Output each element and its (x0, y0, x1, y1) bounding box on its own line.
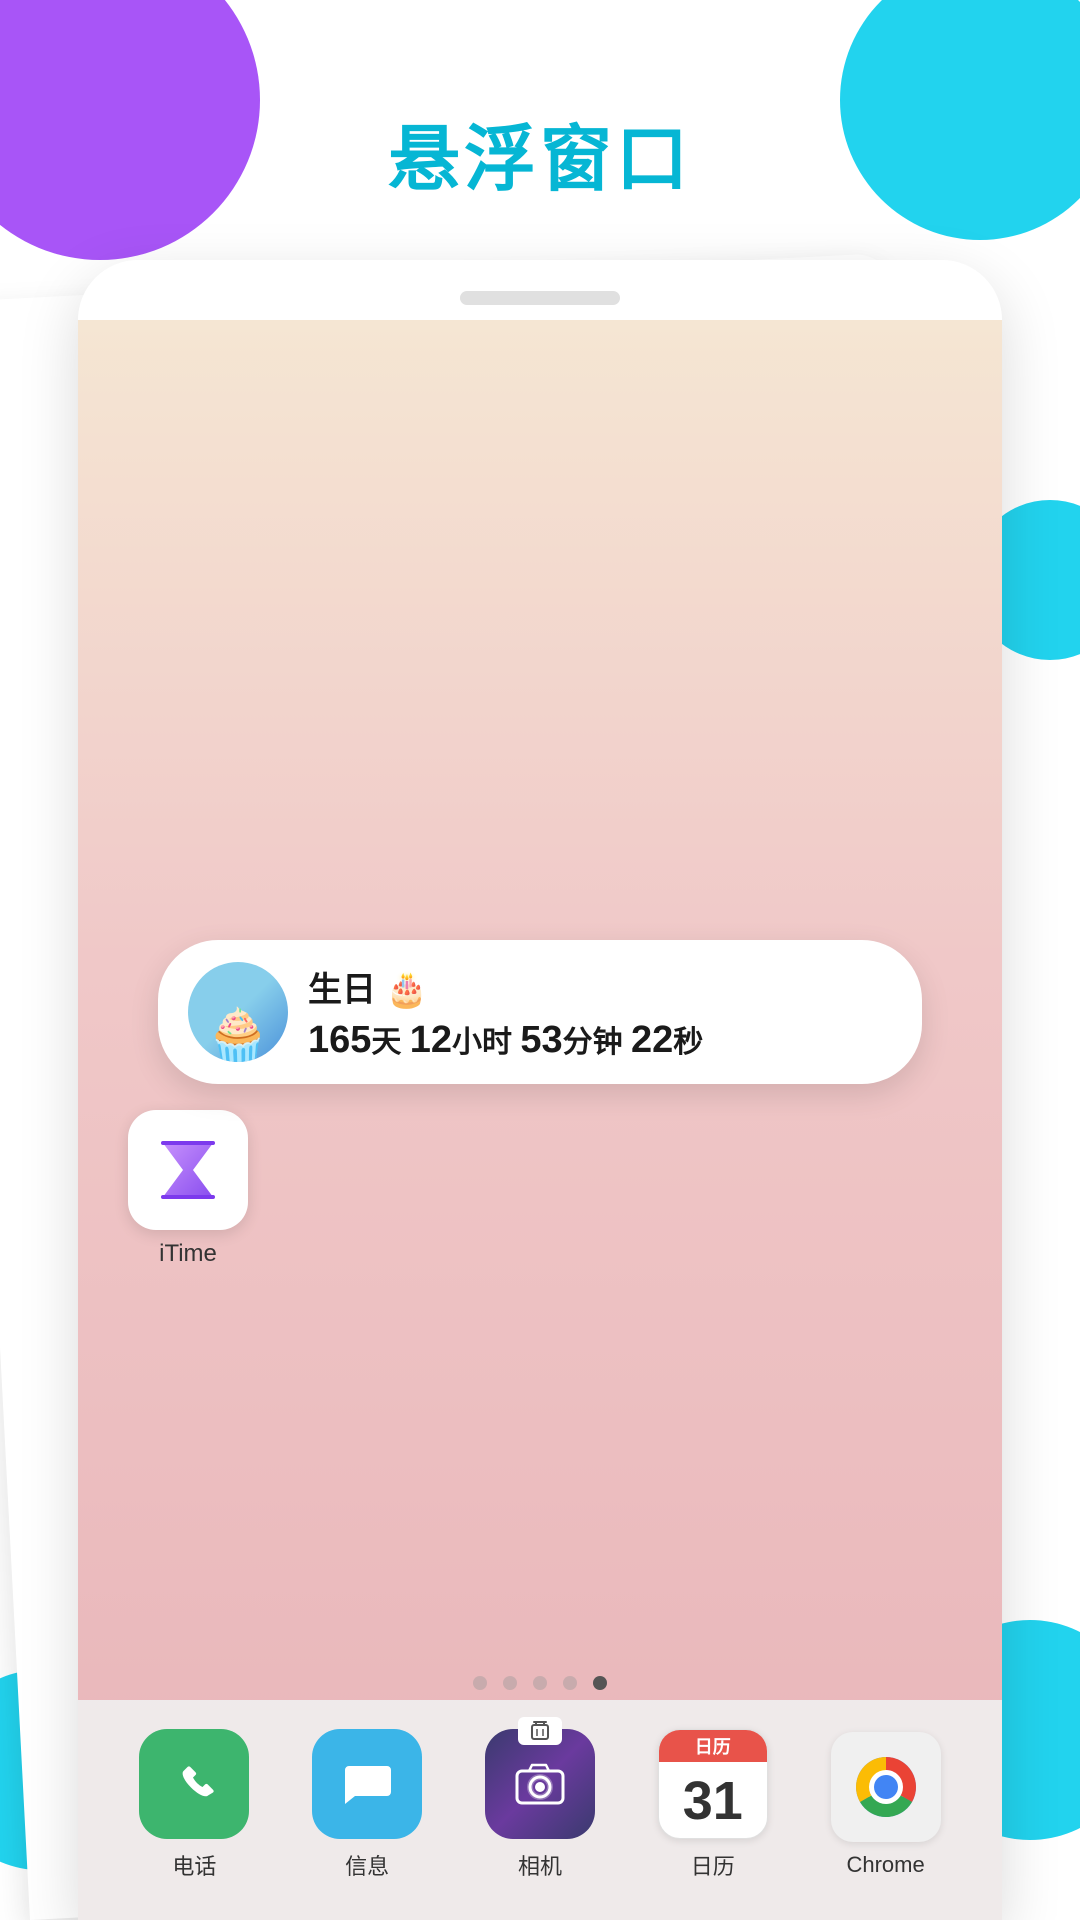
calendar-month: 日历 (695, 1733, 731, 1759)
seconds-number: 22 (631, 1019, 673, 1061)
days-number: 165 (308, 1019, 371, 1061)
trash-icon (528, 1719, 552, 1743)
widget-avatar: 🧁 (188, 962, 288, 1062)
messages-svg (337, 1754, 397, 1814)
messages-icon (312, 1729, 422, 1839)
calendar-day: 31 (683, 1770, 743, 1832)
dock-item-calendar[interactable]: 日历 31 日历 (658, 1729, 768, 1881)
dock-item-phone[interactable]: 电话 (139, 1729, 249, 1881)
widget-countdown: 165天 12小时 53分钟 22秒 (308, 1017, 892, 1062)
page-dots (78, 1676, 1002, 1690)
dock-bar: 电话 信息 (78, 1700, 1002, 1920)
hourglass-icon (153, 1135, 223, 1205)
camera-delete-badge (518, 1717, 562, 1745)
phone-svg (167, 1757, 222, 1812)
dot-2 (503, 1676, 517, 1690)
widget-content: 生日 🎂 165天 12小时 53分钟 22秒 (308, 962, 892, 1062)
calendar-date: 31 (659, 1762, 767, 1839)
itime-label: iTime (159, 1240, 217, 1268)
phone-label: 电话 (172, 1849, 216, 1881)
dot-4 (563, 1676, 577, 1690)
notch-pill (460, 291, 620, 305)
phone-mockup: 🧁 生日 🎂 165天 12小时 53分钟 22秒 (78, 260, 1002, 1920)
dock-item-chrome[interactable]: Chrome (831, 1732, 941, 1878)
cupcake-emoji: 🧁 (206, 1010, 271, 1062)
chrome-label: Chrome (846, 1852, 924, 1878)
floating-widget[interactable]: 🧁 生日 🎂 165天 12小时 53分钟 22秒 (158, 940, 922, 1084)
dot-5-active (593, 1676, 607, 1690)
itime-app-icon[interactable]: iTime (128, 1110, 248, 1268)
phone-notch (78, 260, 1002, 320)
calendar-icon: 日历 31 (658, 1729, 768, 1839)
chrome-icon (831, 1732, 941, 1842)
widget-event-name: 生日 🎂 (308, 962, 892, 1011)
minutes-number: 53 (520, 1019, 562, 1061)
dock-item-messages[interactable]: 信息 (312, 1729, 422, 1881)
phone-icon (139, 1729, 249, 1839)
camera-svg (511, 1755, 569, 1813)
hours-number: 12 (410, 1019, 452, 1061)
chrome-svg (846, 1747, 926, 1827)
dock-item-camera[interactable]: 相机 (485, 1729, 595, 1881)
phone-screen: 🧁 生日 🎂 165天 12小时 53分钟 22秒 (78, 320, 1002, 1920)
calendar-header: 日历 (659, 1730, 767, 1762)
camera-label: 相机 (518, 1849, 562, 1881)
dot-3 (533, 1676, 547, 1690)
messages-label: 信息 (345, 1849, 389, 1881)
calendar-label: 日历 (691, 1849, 735, 1881)
page-title: 悬浮窗口 (0, 100, 1080, 205)
camera-icon (485, 1729, 595, 1839)
dot-1 (473, 1676, 487, 1690)
itime-icon-box (128, 1110, 248, 1230)
avatar-background: 🧁 (188, 962, 288, 1062)
